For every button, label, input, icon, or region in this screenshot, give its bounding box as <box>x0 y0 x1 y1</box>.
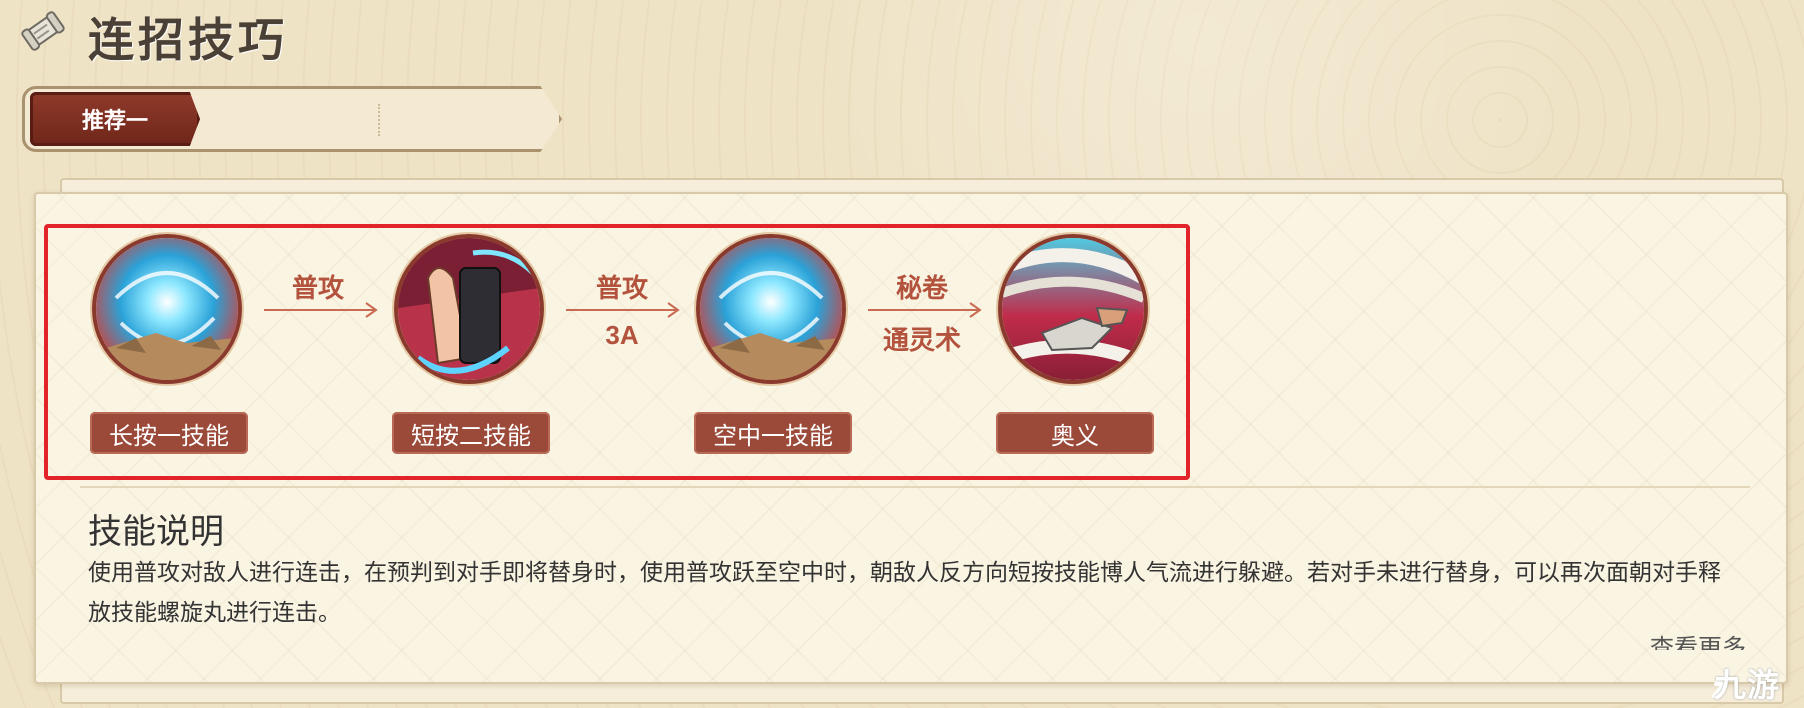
transition-2-line2: 3A <box>605 320 639 350</box>
view-more-link[interactable]: 查看更多 <box>1650 628 1746 650</box>
scroll-summon-icon[interactable] <box>998 234 1148 384</box>
step-4-label[interactable]: 奥义 <box>996 412 1154 454</box>
arrow-right-icon <box>264 302 378 318</box>
tab-divider <box>378 104 380 136</box>
swirl-vortex-icon[interactable] <box>696 234 846 384</box>
hand-seal-icon[interactable] <box>394 234 544 384</box>
watermark-text: 九游 <box>1714 667 1781 703</box>
step-1-label[interactable]: 长按一技能 <box>90 412 248 454</box>
page-title: 连招技巧 <box>88 14 288 66</box>
description-text: 使用普攻对敌人进行连击，在预判到对手即将替身时，使用普攻跃至空中时，朝敌人反方向… <box>88 559 1721 625</box>
divider <box>80 486 1750 488</box>
tab-recommend-1[interactable]: 推荐一 <box>30 92 200 146</box>
scroll-icon <box>21 11 65 51</box>
transition-3-line2: 通灵术 <box>882 325 961 355</box>
arrow-right-icon <box>868 302 982 318</box>
step-3-label[interactable]: 空中一技能 <box>694 412 852 454</box>
step-2-label[interactable]: 短按二技能 <box>392 412 550 454</box>
arrow-right-icon <box>566 302 680 318</box>
description-title: 技能说明 <box>88 513 224 551</box>
swirl-vortex-icon[interactable] <box>92 234 242 384</box>
